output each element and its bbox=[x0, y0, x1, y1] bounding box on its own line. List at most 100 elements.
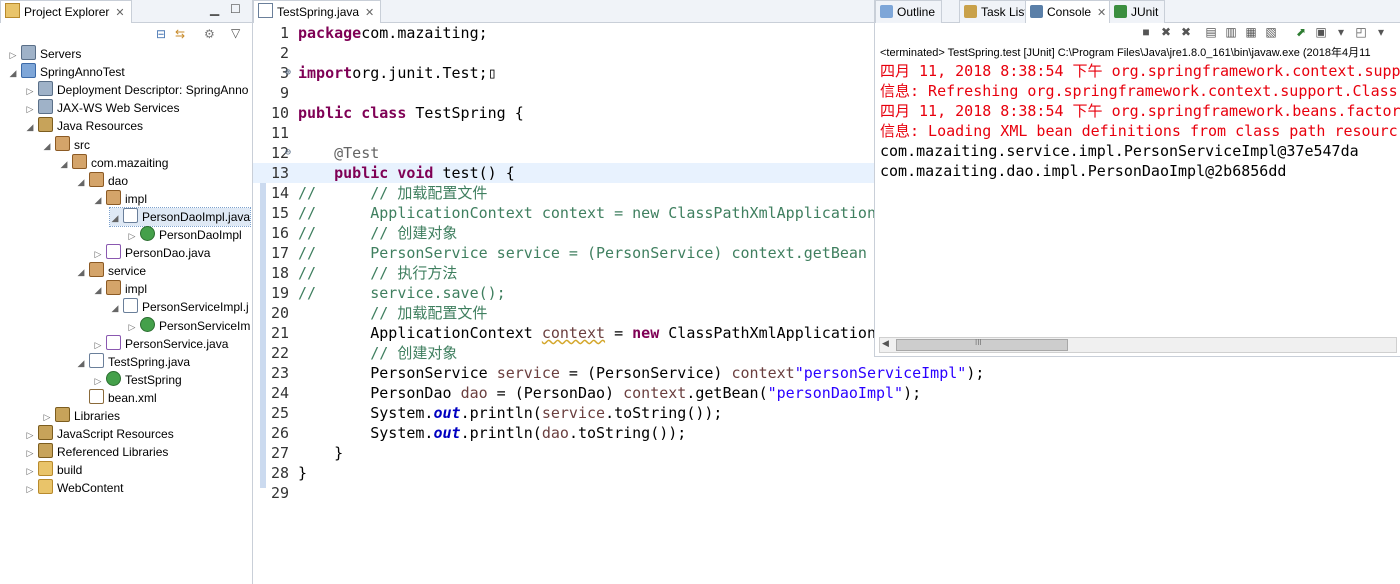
code-line[interactable]: 26 System.out.println(dao.toString()); bbox=[253, 423, 1400, 443]
tree-item[interactable]: ▷ WebContent bbox=[25, 479, 250, 497]
close-icon[interactable]: ✕ bbox=[365, 7, 374, 19]
tree-item[interactable]: ◢ TestSpring.java bbox=[76, 352, 250, 371]
expand-toggle-icon[interactable]: ▷ bbox=[25, 82, 35, 99]
word-wrap-icon[interactable]: ▦ bbox=[1245, 26, 1257, 38]
fold-toggle-icon[interactable]: ⊖ bbox=[283, 143, 293, 163]
scroll-lock-icon[interactable]: ▥ bbox=[1225, 26, 1237, 38]
tree-item[interactable]: ◢ impl bbox=[93, 280, 250, 298]
tab-outline[interactable]: Outline bbox=[875, 0, 943, 23]
expand-toggle-icon[interactable]: ▷ bbox=[93, 372, 103, 389]
expand-toggle-icon[interactable]: ▷ bbox=[42, 408, 52, 425]
clear-console-icon[interactable]: ▤ bbox=[1205, 26, 1217, 38]
new-console-icon[interactable]: ◰ bbox=[1355, 26, 1367, 38]
tree-item[interactable]: ▷ build bbox=[25, 461, 250, 479]
link-with-editor-icon[interactable]: ⇆ bbox=[175, 27, 185, 41]
expand-toggle-icon[interactable]: ▷ bbox=[127, 227, 137, 244]
line-number: 17 bbox=[270, 244, 289, 262]
remove-launch-icon[interactable]: ✖ bbox=[1160, 26, 1172, 38]
tree-item-label: bean.xml bbox=[108, 390, 157, 405]
view-menu-icon[interactable]: ▽ bbox=[231, 26, 240, 40]
expand-toggle-icon[interactable]: ◢ bbox=[76, 263, 86, 280]
expand-toggle-icon[interactable]: ▷ bbox=[25, 444, 35, 461]
pin-console-icon[interactable]: ⬈ bbox=[1295, 26, 1307, 38]
java-file-icon bbox=[123, 207, 138, 223]
expand-toggle-icon[interactable]: ▷ bbox=[93, 245, 103, 262]
tree-item[interactable]: ◢ dao bbox=[76, 171, 250, 190]
expand-toggle-icon[interactable]: ▷ bbox=[25, 100, 35, 117]
tree-item[interactable]: ▷ JavaScript Resources bbox=[25, 425, 250, 443]
expand-toggle-icon[interactable]: ▷ bbox=[25, 426, 35, 443]
tree-item[interactable]: ◢ com.mazaiting bbox=[59, 153, 250, 172]
code-line[interactable]: 25 System.out.println(service.toString()… bbox=[253, 403, 1400, 423]
expand-toggle-icon[interactable]: ◢ bbox=[25, 118, 35, 135]
horizontal-scrollbar[interactable]: ◀ III bbox=[879, 337, 1397, 353]
tab-testspring-label: TestSpring.java bbox=[277, 5, 360, 19]
tab-console[interactable]: Console ✕ bbox=[1025, 0, 1114, 23]
maximize-icon[interactable]: ☐ bbox=[230, 2, 241, 16]
collapse-all-icon[interactable]: ⊟ bbox=[156, 27, 166, 41]
scrollbar-thumb[interactable]: III bbox=[896, 338, 1068, 351]
code-line[interactable]: 24 PersonDao dao = (PersonDao) context.g… bbox=[253, 383, 1400, 403]
tab-project-explorer[interactable]: Project Explorer ✕ bbox=[0, 0, 132, 23]
expand-toggle-icon[interactable]: ◢ bbox=[8, 64, 18, 81]
fold-toggle-icon[interactable]: ⊕ bbox=[283, 63, 293, 83]
expand-toggle-icon[interactable]: ▷ bbox=[127, 318, 137, 335]
terminate-icon[interactable]: ■ bbox=[1140, 26, 1152, 38]
tree-item[interactable]: ▷ PersonDaoImpl bbox=[127, 226, 250, 244]
code-text: public class TestSpring { bbox=[298, 104, 524, 122]
tree-item[interactable]: ◢ service bbox=[76, 262, 250, 280]
tree-item[interactable]: ◢ impl bbox=[93, 189, 250, 208]
tree-item[interactable]: ◢ PersonDaoImpl.java bbox=[109, 206, 251, 227]
display-console-icon[interactable]: ▣ bbox=[1315, 26, 1327, 38]
expand-toggle-icon[interactable]: ▷ bbox=[25, 462, 35, 479]
tree-item[interactable]: ▷ TestSpring bbox=[93, 370, 250, 389]
expand-toggle-icon[interactable]: ◢ bbox=[110, 209, 120, 226]
expand-toggle-icon[interactable]: ◢ bbox=[59, 155, 69, 172]
tree-item[interactable]: bean.xml bbox=[76, 388, 250, 407]
close-icon[interactable]: ✕ bbox=[115, 7, 124, 19]
expand-toggle-icon[interactable]: ▷ bbox=[8, 46, 18, 63]
show-on-output-icon[interactable]: ▧ bbox=[1265, 26, 1277, 38]
tree-item[interactable]: ▷ JAX-WS Web Services bbox=[25, 99, 250, 117]
expand-toggle-icon[interactable]: ◢ bbox=[93, 191, 103, 208]
console-output[interactable]: 四月 11, 2018 8:38:54 下午 org.springframewo… bbox=[880, 61, 1400, 331]
expand-toggle-icon[interactable]: ◢ bbox=[76, 354, 86, 371]
tree-item[interactable]: ◢ src bbox=[42, 135, 250, 154]
tree-item[interactable]: ▷ Libraries bbox=[42, 407, 250, 425]
code-line[interactable]: 28} bbox=[253, 463, 1400, 483]
tab-task-list[interactable]: Task List bbox=[959, 0, 1035, 23]
code-line[interactable]: 29 bbox=[253, 483, 1400, 503]
server-icon bbox=[38, 81, 53, 97]
expand-toggle-icon[interactable]: ◢ bbox=[42, 137, 52, 154]
code-text: } bbox=[298, 444, 344, 462]
tree-item[interactable]: ◢ Java Resources bbox=[25, 117, 250, 135]
expand-toggle-icon[interactable]: ◢ bbox=[110, 299, 120, 316]
line-number: 1 bbox=[279, 24, 289, 42]
close-icon[interactable]: ✕ bbox=[1097, 7, 1106, 19]
filter-icon[interactable]: ⚙ bbox=[204, 27, 215, 41]
console-menu-icon[interactable]: ▾ bbox=[1375, 26, 1387, 38]
tree-item[interactable]: ▷ Servers bbox=[8, 45, 250, 63]
expand-toggle-icon[interactable]: ◢ bbox=[76, 173, 86, 190]
tree-item[interactable]: ▷ Referenced Libraries bbox=[25, 443, 250, 461]
code-line[interactable]: 23 PersonService service = (PersonServic… bbox=[253, 363, 1400, 383]
tree-item[interactable]: ◢ PersonServiceImpl.j bbox=[110, 298, 250, 316]
code-line[interactable]: 27 } bbox=[253, 443, 1400, 463]
expand-toggle-icon[interactable]: ▷ bbox=[25, 480, 35, 497]
expand-toggle-icon[interactable]: ◢ bbox=[93, 281, 103, 298]
tab-junit[interactable]: JUnit bbox=[1109, 0, 1166, 23]
tree-item[interactable]: ▷ Deployment Descriptor: SpringAnno bbox=[25, 81, 250, 99]
tree-item[interactable]: ▷ PersonService.java bbox=[93, 334, 250, 353]
minimize-icon[interactable]: ▁ bbox=[210, 2, 219, 16]
tree-item[interactable]: ◢ SpringAnnoTest bbox=[8, 63, 250, 81]
console-tabbar: Outline Task List Console ✕ JUnit bbox=[875, 0, 1400, 23]
open-console-icon[interactable]: ▾ bbox=[1335, 26, 1347, 38]
tree-item[interactable]: ▷ PersonDao.java bbox=[93, 244, 250, 262]
tree-item-label: src bbox=[74, 137, 90, 152]
remove-all-icon[interactable]: ✖ bbox=[1180, 26, 1192, 38]
scroll-left-icon[interactable]: ◀ bbox=[882, 338, 889, 349]
tab-testspring-java[interactable]: TestSpring.java ✕ bbox=[253, 0, 382, 23]
expand-toggle-icon[interactable]: ▷ bbox=[93, 336, 103, 353]
console-line: com.mazaiting.service.impl.PersonService… bbox=[880, 142, 1359, 160]
tree-item[interactable]: ▷ PersonServiceIm bbox=[127, 316, 250, 335]
